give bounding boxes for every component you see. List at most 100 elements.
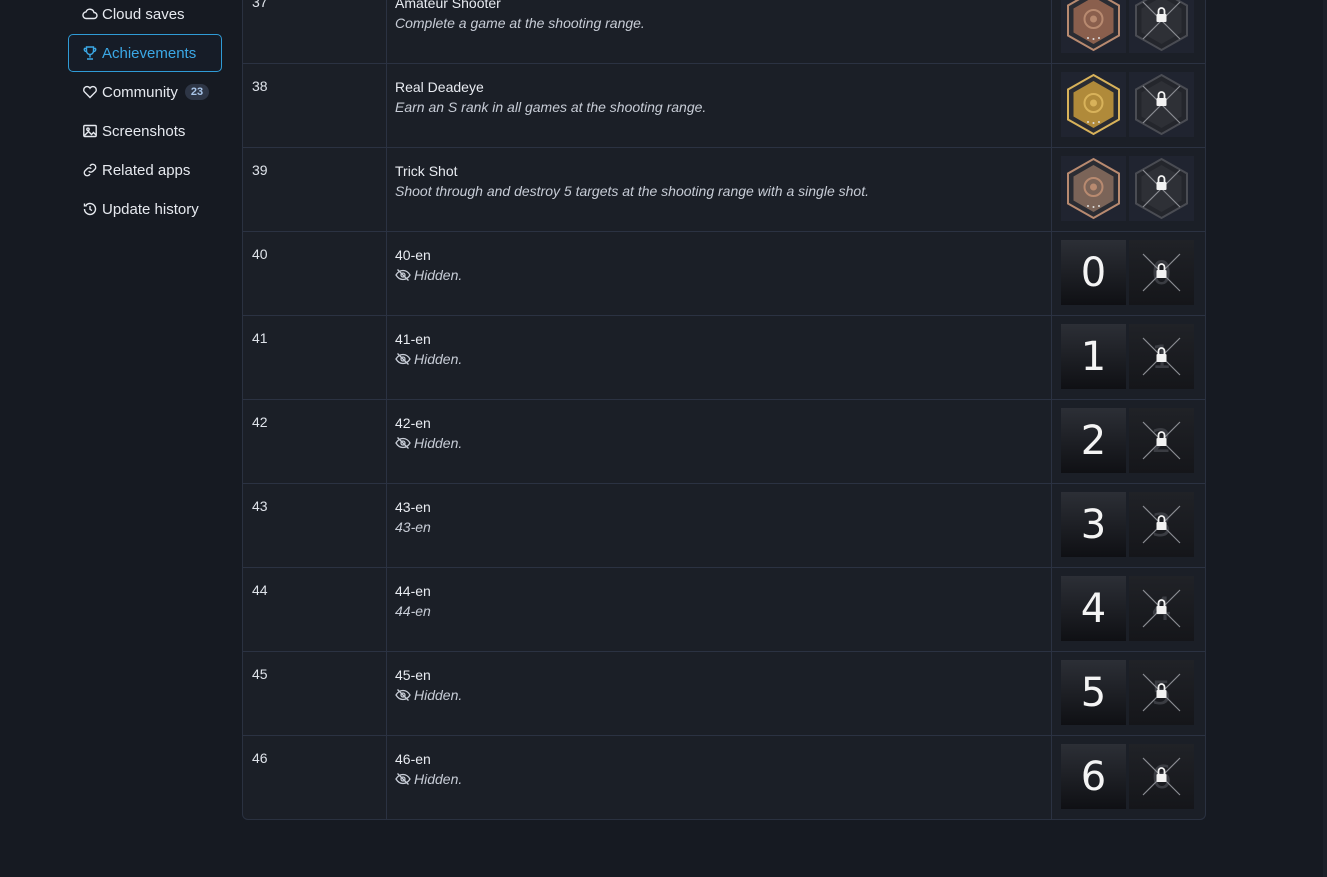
achievement-icons: 33 [1052, 484, 1204, 567]
table-row: 41 41-en Hidden. 11 [243, 315, 1205, 399]
achievement-icons: 66 [1052, 736, 1204, 819]
achievement-name: 45-en [395, 667, 431, 683]
lock-icon [1129, 408, 1194, 473]
lock-icon [1129, 660, 1194, 725]
achievement-description: Complete a game at the shooting range. [395, 12, 1051, 34]
achievement-info: 41-en Hidden. [387, 316, 1052, 399]
achievement-name: 42-en [395, 415, 431, 431]
bronze-medal-icon[interactable] [1061, 0, 1126, 53]
achievement-info: 42-en Hidden. [387, 400, 1052, 483]
locked-achievement-icon[interactable]: 0 [1129, 240, 1194, 305]
achievement-icons: 22 [1052, 400, 1204, 483]
achievement-id: 39 [243, 148, 387, 231]
gold-medal-icon[interactable] [1061, 72, 1126, 137]
unlocked-achievement-icon[interactable]: 2 [1061, 408, 1126, 473]
table-row: 38 Real Deadeye Earn an S rank in all game… [243, 63, 1205, 147]
table-row: 39 Trick Shot Shoot through and destroy 5 … [243, 147, 1205, 231]
achievement-name: 44-en [395, 583, 431, 599]
achievement-info: Trick Shot Shoot through and destroy 5 ta… [387, 148, 1052, 231]
locked-medal-icon[interactable] [1129, 156, 1194, 221]
sidebar-item-label: Community [102, 83, 178, 101]
sidebar-item-cloud-saves[interactable]: Cloud saves [68, 0, 222, 33]
achievement-icons: 55 [1052, 652, 1204, 735]
page-scrollbar[interactable] [1323, 0, 1327, 877]
achievement-description: Hidden. [395, 768, 1051, 790]
achievement-icons [1052, 0, 1204, 63]
unlocked-achievement-icon[interactable]: 5 [1061, 660, 1126, 725]
achievement-name: Real Deadeye [395, 79, 484, 95]
eye-off-icon [395, 268, 411, 282]
achievement-id: 42 [243, 400, 387, 483]
locked-achievement-icon[interactable]: 6 [1129, 744, 1194, 809]
sidebar-item-label: Cloud saves [102, 5, 185, 23]
sidebar-item-label: Achievements [102, 44, 197, 62]
achievement-name: 43-en [395, 499, 431, 515]
unlocked-achievement-icon[interactable]: 0 [1061, 240, 1126, 305]
link-icon [81, 161, 99, 179]
locked-achievement-icon[interactable]: 3 [1129, 492, 1194, 557]
achievement-icons [1052, 148, 1204, 231]
locked-achievement-icon[interactable]: 4 [1129, 576, 1194, 641]
table-row: 46 46-en Hidden. 66 [243, 735, 1205, 819]
achievement-id: 44 [243, 568, 387, 651]
achievement-description: 43-en [395, 516, 1051, 538]
description-text: Hidden. [414, 435, 463, 451]
achievement-info: Real Deadeye Earn an S rank in all games … [387, 64, 1052, 147]
sidebar-item-community[interactable]: Community 23 [68, 73, 222, 111]
table-row: 42 42-en Hidden. 22 [243, 399, 1205, 483]
achievement-info: 46-en Hidden. [387, 736, 1052, 819]
locked-achievement-icon[interactable]: 1 [1129, 324, 1194, 389]
description-text: 43-en [395, 519, 431, 535]
trophy-icon [81, 44, 99, 62]
achievement-info: 45-en Hidden. [387, 652, 1052, 735]
achievement-id: 37 [243, 0, 387, 63]
locked-achievement-icon[interactable]: 5 [1129, 660, 1194, 725]
description-text: Hidden. [414, 351, 463, 367]
unlocked-achievement-icon[interactable]: 4 [1061, 576, 1126, 641]
description-text: Hidden. [414, 687, 463, 703]
achievement-icons [1052, 64, 1204, 147]
achievement-description: Hidden. [395, 264, 1051, 286]
sidebar-item-label: Screenshots [102, 122, 186, 140]
sidebar-item-achievements[interactable]: Achievements [68, 34, 222, 72]
lock-icon [1129, 744, 1194, 809]
table-row: 37 Amateur Shooter Complete a game at the … [243, 0, 1205, 63]
achievement-id: 41 [243, 316, 387, 399]
history-icon [81, 200, 99, 218]
achievement-info: 40-en Hidden. [387, 232, 1052, 315]
locked-medal-icon[interactable] [1129, 0, 1194, 53]
achievement-description: Hidden. [395, 348, 1051, 370]
achievement-id: 45 [243, 652, 387, 735]
achievement-name: Amateur Shooter [395, 0, 501, 11]
sidebar-item-update-history[interactable]: Update history [68, 190, 222, 228]
eye-off-icon [395, 436, 411, 450]
unlocked-achievement-icon[interactable]: 6 [1061, 744, 1126, 809]
bronze-medal-icon[interactable] [1061, 156, 1126, 221]
sidebar-item-screenshots[interactable]: Screenshots [68, 112, 222, 150]
achievement-name: Trick Shot [395, 163, 458, 179]
achievements-table: 37 Amateur Shooter Complete a game at the … [242, 0, 1206, 820]
locked-achievement-icon[interactable]: 2 [1129, 408, 1194, 473]
unlocked-achievement-icon[interactable]: 1 [1061, 324, 1126, 389]
achievement-name: 46-en [395, 751, 431, 767]
sidebar-item-label: Update history [102, 200, 199, 218]
table-row: 44 44-en 44-en 44 [243, 567, 1205, 651]
achievement-name: 41-en [395, 331, 431, 347]
achievement-description: Shoot through and destroy 5 targets at t… [395, 180, 1051, 202]
achievement-icons: 11 [1052, 316, 1204, 399]
eye-off-icon [395, 772, 411, 786]
achievement-icons: 00 [1052, 232, 1204, 315]
unlocked-achievement-icon[interactable]: 3 [1061, 492, 1126, 557]
achievement-info: Amateur Shooter Complete a game at the sh… [387, 0, 1052, 63]
heart-icon [81, 83, 99, 101]
sidebar-item-related-apps[interactable]: Related apps [68, 151, 222, 189]
table-row: 40 40-en Hidden. 00 [243, 231, 1205, 315]
description-text: 44-en [395, 603, 431, 619]
eye-off-icon [395, 352, 411, 366]
lock-icon [1129, 576, 1194, 641]
description-text: Complete a game at the shooting range. [395, 15, 645, 31]
locked-medal-icon[interactable] [1129, 72, 1194, 137]
achievement-description: Hidden. [395, 684, 1051, 706]
sidebar: Cloud saves Achievements Community 23 Sc… [68, 0, 222, 229]
eye-off-icon [395, 688, 411, 702]
